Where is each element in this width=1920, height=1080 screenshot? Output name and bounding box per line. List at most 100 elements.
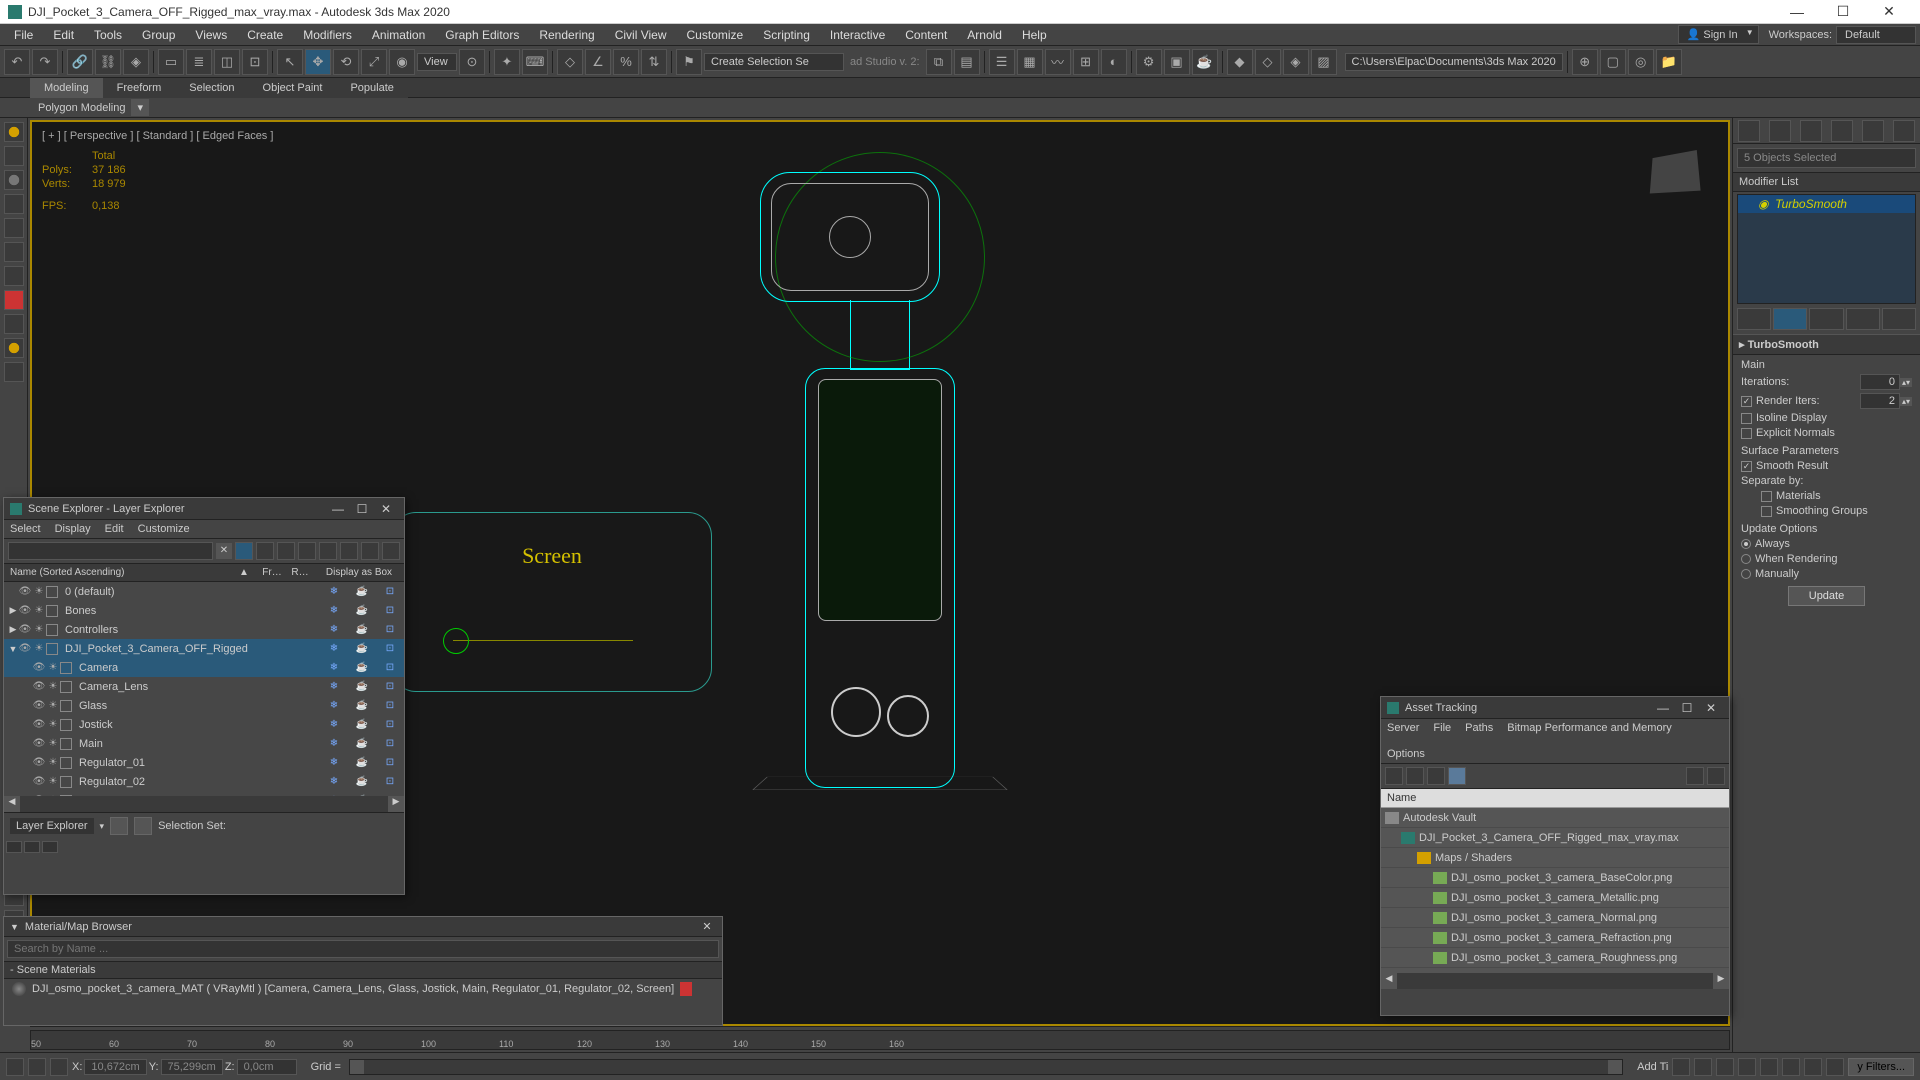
tool2-button[interactable]: ◇ <box>1255 49 1281 75</box>
material-browser-window[interactable]: ▼ Material/Map Browser ✕ - Scene Materia… <box>3 916 723 1026</box>
se-mini-tab1[interactable] <box>6 841 22 853</box>
remove-modifier-button[interactable] <box>1846 308 1880 330</box>
schematic-button[interactable]: ⊞ <box>1073 49 1099 75</box>
project-path[interactable]: C:\Users\Elpac\Documents\3ds Max 2020 <box>1345 53 1563 71</box>
at-menu-options[interactable]: Options <box>1387 748 1425 760</box>
placement-button[interactable]: ◉ <box>389 49 415 75</box>
nav1-button[interactable] <box>1672 1058 1690 1076</box>
redo-button[interactable]: ↷ <box>32 49 58 75</box>
screen-slider[interactable] <box>453 640 633 641</box>
window-crossing-button[interactable]: ⊡ <box>242 49 268 75</box>
z-coord-input[interactable]: 0,0cm <box>237 1059 297 1075</box>
configure-sets-button[interactable] <box>1882 308 1916 330</box>
isolate-button[interactable]: ◎ <box>1628 49 1654 75</box>
menu-views[interactable]: Views <box>185 25 237 45</box>
se-menu-select[interactable]: Select <box>10 523 41 535</box>
at-row[interactable]: DJI_osmo_pocket_3_camera_Roughness.png <box>1381 948 1729 968</box>
curve-editor-button[interactable]: 〰 <box>1045 49 1071 75</box>
cameras-icon[interactable] <box>4 242 24 262</box>
asset-tracking-window[interactable]: Asset Tracking — ☐ ✕ ServerFilePathsBitm… <box>1380 696 1730 1016</box>
create-sphere-icon[interactable] <box>4 122 24 142</box>
tool3-button[interactable]: ◈ <box>1283 49 1309 75</box>
screen-helper[interactable]: Screen <box>392 512 712 692</box>
selection-set-input[interactable]: Create Selection Se <box>704 53 844 71</box>
se-close-button[interactable]: ✕ <box>374 502 398 516</box>
snap-button[interactable]: ◇ <box>557 49 583 75</box>
se-row-regulator-01[interactable]: 👁☀Regulator_01❄☕⊡ <box>4 753 404 772</box>
at-menu-bitmap-performance-and-memory[interactable]: Bitmap Performance and Memory <box>1507 722 1671 734</box>
when-rendering-radio[interactable] <box>1741 554 1751 564</box>
render-setup-button[interactable]: ⚙ <box>1136 49 1162 75</box>
at-tree[interactable]: Autodesk VaultDJI_Pocket_3_Camera_OFF_Ri… <box>1381 808 1729 973</box>
show-end-result-button[interactable] <box>1773 308 1807 330</box>
manually-radio[interactable] <box>1741 569 1751 579</box>
modifier-stack[interactable]: ◉ TurboSmooth <box>1737 194 1916 304</box>
modifier-list-dropdown[interactable]: Modifier List <box>1733 172 1920 192</box>
menu-civil-view[interactable]: Civil View <box>605 25 677 45</box>
mirror-button[interactable]: ⧉ <box>926 49 952 75</box>
nav8-button[interactable] <box>1826 1058 1844 1076</box>
render-frame-button[interactable]: ▣ <box>1164 49 1190 75</box>
toggle-ribbon-button[interactable]: ▦ <box>1017 49 1043 75</box>
open-button[interactable]: 📁 <box>1656 49 1682 75</box>
workspaces-dropdown[interactable]: Default <box>1836 26 1916 44</box>
at-minimize-button[interactable]: — <box>1651 701 1675 715</box>
undo-button[interactable]: ↶ <box>4 49 30 75</box>
maximize-button[interactable]: ☐ <box>1820 0 1866 24</box>
create-tab-icon[interactable] <box>4 146 24 166</box>
utilities-tab[interactable] <box>1893 120 1915 142</box>
menu-help[interactable]: Help <box>1012 25 1057 45</box>
add-timetag[interactable]: Add Ti <box>1637 1061 1668 1073</box>
at-menu-server[interactable]: Server <box>1387 722 1419 734</box>
angle-snap-button[interactable]: ∠ <box>585 49 611 75</box>
lights-icon[interactable] <box>4 218 24 238</box>
se-tb6-button[interactable] <box>382 542 400 560</box>
iterations-input[interactable]: 0 <box>1860 374 1900 390</box>
menu-group[interactable]: Group <box>132 25 185 45</box>
pin-stack-button[interactable] <box>1737 308 1771 330</box>
se-col-display[interactable]: Display as Box <box>314 564 404 581</box>
menu-rendering[interactable]: Rendering <box>529 25 604 45</box>
misc-tool-icon[interactable] <box>4 362 24 382</box>
nav4-button[interactable] <box>1738 1058 1756 1076</box>
iterations-spinner[interactable]: ▴▾ <box>1900 378 1912 387</box>
material-editor-button[interactable]: ◐ <box>1101 49 1127 75</box>
menu-animation[interactable]: Animation <box>362 25 435 45</box>
at-row[interactable]: Maps / Shaders <box>1381 848 1729 868</box>
smooth-result-checkbox[interactable] <box>1741 461 1752 472</box>
menu-arnold[interactable]: Arnold <box>957 25 1012 45</box>
se-maximize-button[interactable]: ☐ <box>350 502 374 516</box>
minimize-button[interactable]: — <box>1774 0 1820 24</box>
lock-selection-button[interactable] <box>28 1058 46 1076</box>
se-filter1-button[interactable] <box>235 542 253 560</box>
menu-edit[interactable]: Edit <box>43 25 84 45</box>
spinner-snap-button[interactable]: ⇅ <box>641 49 667 75</box>
xref-button[interactable]: ⊕ <box>1572 49 1598 75</box>
shapes-icon[interactable] <box>4 194 24 214</box>
se-menu-edit[interactable]: Edit <box>105 523 124 535</box>
se-row-0-default-[interactable]: 👁☀0 (default)❄☕⊡ <box>4 582 404 601</box>
se-scroll-left[interactable]: ◀ <box>4 796 20 812</box>
se-col-frozen[interactable]: Fr… <box>258 564 286 581</box>
nav3-button[interactable] <box>1716 1058 1734 1076</box>
at-tb1-button[interactable] <box>1385 767 1403 785</box>
se-footer-btn1[interactable] <box>110 817 128 835</box>
se-row-bones[interactable]: ▶👁☀Bones❄☕⊡ <box>4 601 404 620</box>
at-row[interactable]: DJI_osmo_pocket_3_camera_Refraction.png <box>1381 928 1729 948</box>
helpers-icon[interactable] <box>4 266 24 286</box>
se-tb1-button[interactable] <box>277 542 295 560</box>
at-tb3-button[interactable] <box>1427 767 1445 785</box>
menu-customize[interactable]: Customize <box>677 25 754 45</box>
se-clear-search-button[interactable]: ✕ <box>216 543 232 559</box>
materials-checkbox[interactable] <box>1761 491 1772 502</box>
rollout-turbosmooth[interactable]: ▸ TurboSmooth <box>1733 334 1920 355</box>
menu-file[interactable]: File <box>4 25 43 45</box>
se-row-jostick[interactable]: 👁☀Jostick❄☕⊡ <box>4 715 404 734</box>
move-button[interactable]: ✥ <box>305 49 331 75</box>
at-menu-file[interactable]: File <box>1433 722 1451 734</box>
x-coord-input[interactable]: 10,672cm <box>84 1059 146 1075</box>
render-iters-checkbox[interactable] <box>1741 396 1752 407</box>
menu-interactive[interactable]: Interactive <box>820 25 895 45</box>
nav2-button[interactable] <box>1694 1058 1712 1076</box>
create-tab[interactable] <box>1738 120 1760 142</box>
